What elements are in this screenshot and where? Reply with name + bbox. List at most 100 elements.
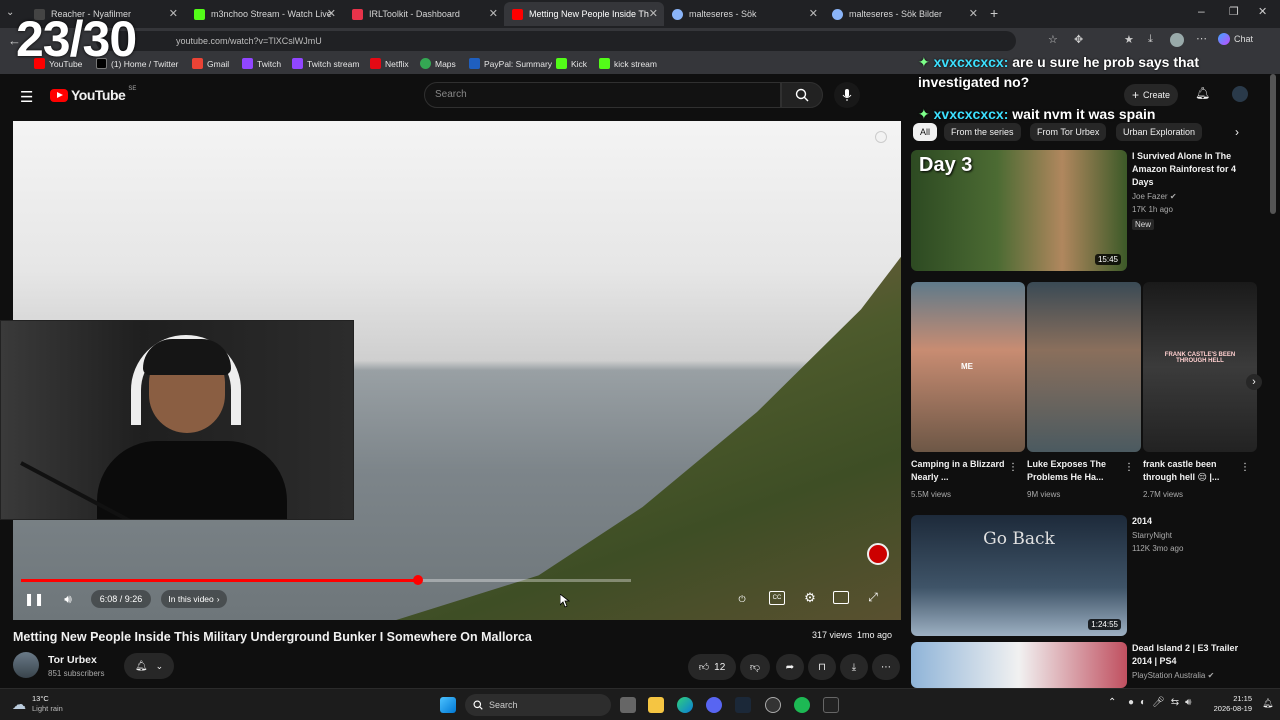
app-icon[interactable]: [823, 697, 839, 713]
fullscreen-button[interactable]: ⤢: [865, 589, 881, 605]
recommended-title-2[interactable]: 2014: [1132, 515, 1242, 528]
chip-from-the-series[interactable]: From the series: [944, 123, 1021, 141]
short-thumbnail-2[interactable]: [1027, 282, 1141, 452]
spotify-icon[interactable]: [794, 697, 810, 713]
like-button[interactable]: 👍︎ 12: [688, 654, 736, 680]
minimize-button[interactable]: –: [1198, 4, 1205, 18]
progress-scrubber[interactable]: [412, 575, 423, 585]
short-title-3[interactable]: frank castle been through hell 😔 |...: [1143, 458, 1237, 484]
close-tab-icon[interactable]: ✕: [809, 7, 818, 20]
bookmark-gmail[interactable]: Gmail: [192, 58, 229, 69]
close-window-button[interactable]: ✕: [1258, 5, 1267, 18]
subscribed-notification-button[interactable]: 🔔︎ ⌄: [124, 653, 174, 679]
recommended-thumbnail-3[interactable]: [911, 642, 1127, 688]
tray-chevron-icon[interactable]: ⌃: [1108, 697, 1116, 708]
short-title-2[interactable]: Luke Exposes The Problems He Ha...: [1027, 458, 1121, 484]
volume-button[interactable]: 🔊︎: [59, 590, 77, 608]
settings-gear-icon[interactable]: ⚙: [801, 589, 819, 607]
bookmark-maps[interactable]: Maps: [420, 58, 456, 69]
download-button[interactable]: ⤓: [840, 654, 868, 680]
bookmark-kick-stream[interactable]: kick stream: [599, 58, 657, 69]
bookmark-twitch[interactable]: Twitch: [242, 58, 281, 69]
voice-search-button[interactable]: [834, 82, 860, 108]
channel-watermark-icon[interactable]: [867, 543, 889, 565]
bookmark-paypal[interactable]: PayPal: Summary: [469, 58, 552, 69]
clock[interactable]: 21:15 2026-08-19: [1208, 694, 1252, 714]
taskbar-search-box[interactable]: Search: [465, 694, 611, 716]
recommended-channel-3[interactable]: PlayStation Australia ✔: [1132, 671, 1214, 680]
close-tab-icon[interactable]: ✕: [969, 7, 978, 20]
verified-icon: ✔: [1169, 192, 1177, 201]
recommended-title-1[interactable]: I Survived Alone In The Amazon Rainfores…: [1132, 150, 1242, 189]
task-view-icon[interactable]: [620, 697, 636, 713]
tab-2[interactable]: m3nchoo Stream - Watch Live ✕: [186, 2, 342, 26]
steam-icon[interactable]: [735, 697, 751, 713]
favorites-icon[interactable]: ★: [1124, 33, 1134, 46]
more-actions-button[interactable]: ⋯: [872, 654, 900, 680]
subtitles-button[interactable]: CC: [769, 591, 785, 605]
progress-bar[interactable]: [21, 575, 631, 585]
theater-mode-button[interactable]: [833, 591, 849, 604]
close-tab-icon[interactable]: ✕: [489, 7, 498, 20]
share-button[interactable]: ➦: [776, 654, 804, 680]
star-icon[interactable]: ☆: [1048, 33, 1058, 46]
chip-all[interactable]: All: [913, 123, 938, 141]
hamburger-menu-icon[interactable]: ☰: [20, 88, 33, 106]
close-tab-icon[interactable]: ✕: [649, 7, 658, 20]
in-this-video-button[interactable]: In this video ›: [161, 590, 227, 608]
chips-next-chevron-icon[interactable]: ›: [1235, 125, 1239, 139]
obs-icon[interactable]: [765, 697, 781, 713]
tab-3[interactable]: IRLToolkit - Dashboard ✕: [344, 2, 504, 26]
download-icon[interactable]: ⤓: [1148, 33, 1153, 46]
extensions-icon[interactable]: ✥: [1074, 33, 1083, 46]
dislike-button[interactable]: 👎︎: [740, 654, 770, 680]
bookmark-label: Gmail: [207, 58, 230, 69]
weather-widget[interactable]: ☁ 13°C Light rain: [12, 694, 63, 714]
recommended-thumbnail-1[interactable]: Day 3 15:45: [911, 150, 1127, 271]
tab-6[interactable]: malteseres - Sök Bilder ✕: [824, 2, 984, 26]
discord-icon[interactable]: [706, 697, 722, 713]
channel-avatar[interactable]: [13, 652, 39, 678]
short-menu-icon-2[interactable]: ⋮: [1124, 462, 1134, 473]
copilot-chat-button[interactable]: Chat: [1218, 33, 1253, 45]
short-menu-icon-3[interactable]: ⋮: [1240, 462, 1250, 473]
short-thumbnail-3[interactable]: FRANK CASTLE'S BEEN THROUGH HELL: [1143, 282, 1257, 452]
search-input[interactable]: Search: [424, 82, 781, 108]
new-tab-button[interactable]: +: [990, 5, 998, 21]
recommended-channel-1[interactable]: Joe Fazer ✔: [1132, 192, 1177, 201]
channel-name[interactable]: Tor Urbex: [48, 654, 97, 666]
close-tab-icon[interactable]: ✕: [327, 7, 336, 20]
bookmark-netflix[interactable]: Netflix: [370, 58, 409, 69]
shorts-next-chevron-icon[interactable]: ›: [1246, 374, 1262, 390]
tab-5[interactable]: malteseres - Sök ✕: [664, 2, 824, 26]
maximize-button[interactable]: ❐: [1229, 5, 1239, 18]
recommended-title-3[interactable]: Dead Island 2 | E3 Trailer 2014 | PS4: [1132, 642, 1242, 668]
tray-icons[interactable]: ●◐🎤︎⇆🔊︎: [1128, 697, 1197, 708]
search-button[interactable]: [781, 82, 823, 108]
short-title-1[interactable]: Camping in a Blizzard Nearly ...: [911, 458, 1005, 484]
chip-urban-exploration[interactable]: Urban Exploration: [1116, 123, 1203, 141]
chip-from-tor-urbex[interactable]: From Tor Urbex: [1030, 123, 1107, 141]
bookmark-kick[interactable]: Kick: [556, 58, 587, 69]
autoplay-toggle[interactable]: ⏻: [735, 592, 749, 606]
tab-4-active[interactable]: Metting New People Inside Th ✕: [504, 2, 664, 26]
close-tab-icon[interactable]: ✕: [169, 7, 178, 20]
windows-start-icon[interactable]: [440, 697, 456, 713]
avatar[interactable]: [1170, 33, 1184, 47]
bookmark-twitch-stream[interactable]: Twitch stream: [292, 58, 359, 69]
video-info-icon[interactable]: [875, 131, 887, 143]
notification-center-icon[interactable]: 🔔︎: [1262, 698, 1273, 709]
menu-dots-icon[interactable]: ⋯: [1196, 32, 1207, 45]
recommended-channel-2[interactable]: StarryNight: [1132, 531, 1172, 540]
url-field[interactable]: youtube.com/watch?v=TlXCslWJmU: [96, 31, 1016, 51]
edge-browser-icon[interactable]: [677, 697, 693, 713]
page-scrollbar[interactable]: [1270, 74, 1276, 214]
save-button[interactable]: ⊓: [808, 654, 836, 680]
bookmark-label: Kick: [571, 58, 588, 69]
file-explorer-icon[interactable]: [648, 697, 664, 713]
recommended-thumbnail-2[interactable]: Go Back 1:24:55: [911, 515, 1127, 636]
pause-button[interactable]: ❚❚: [24, 590, 44, 608]
short-menu-icon-1[interactable]: ⋮: [1008, 462, 1018, 473]
youtube-logo[interactable]: YouTube SE: [50, 86, 136, 103]
short-thumbnail-1[interactable]: ME: [911, 282, 1025, 452]
